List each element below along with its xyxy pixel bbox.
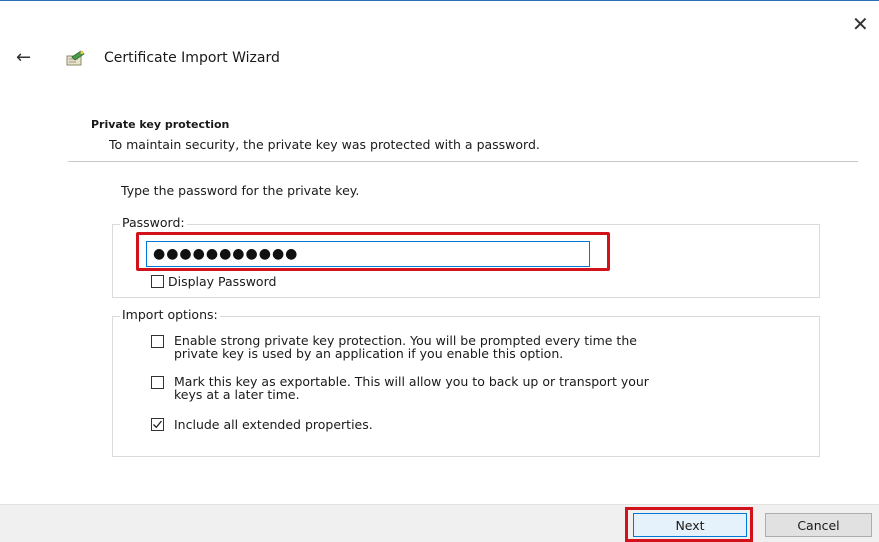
back-arrow-icon[interactable]: ←: [16, 48, 31, 68]
display-password-checkbox[interactable]: [151, 275, 164, 288]
exportable-label-line2[interactable]: keys at a later time.: [174, 388, 300, 401]
window-title: Certificate Import Wizard: [104, 50, 280, 66]
strong-protection-checkbox[interactable]: [151, 335, 164, 348]
display-password-label[interactable]: Display Password: [168, 275, 276, 288]
close-icon[interactable]: ✕: [852, 14, 869, 34]
certificate-wizard-icon: [66, 50, 85, 66]
header-separator: [68, 161, 858, 162]
next-highlight-box: [625, 507, 753, 542]
cancel-button[interactable]: Cancel: [765, 513, 872, 537]
extended-properties-label[interactable]: Include all extended properties.: [174, 418, 373, 431]
exportable-checkbox[interactable]: [151, 376, 164, 389]
extended-properties-checkbox[interactable]: [151, 418, 164, 431]
page-subtitle: To maintain security, the private key wa…: [109, 137, 540, 152]
instruction-text: Type the password for the private key.: [121, 183, 360, 198]
strong-protection-label-line2[interactable]: private key is used by an application if…: [174, 347, 563, 360]
import-options-label: Import options:: [120, 307, 220, 322]
password-label: Password:: [120, 215, 187, 230]
window-top-border: [0, 0, 879, 1]
password-highlight-box: [136, 232, 610, 271]
checkmark-icon: [153, 420, 163, 429]
page-title: Private key protection: [91, 118, 230, 131]
